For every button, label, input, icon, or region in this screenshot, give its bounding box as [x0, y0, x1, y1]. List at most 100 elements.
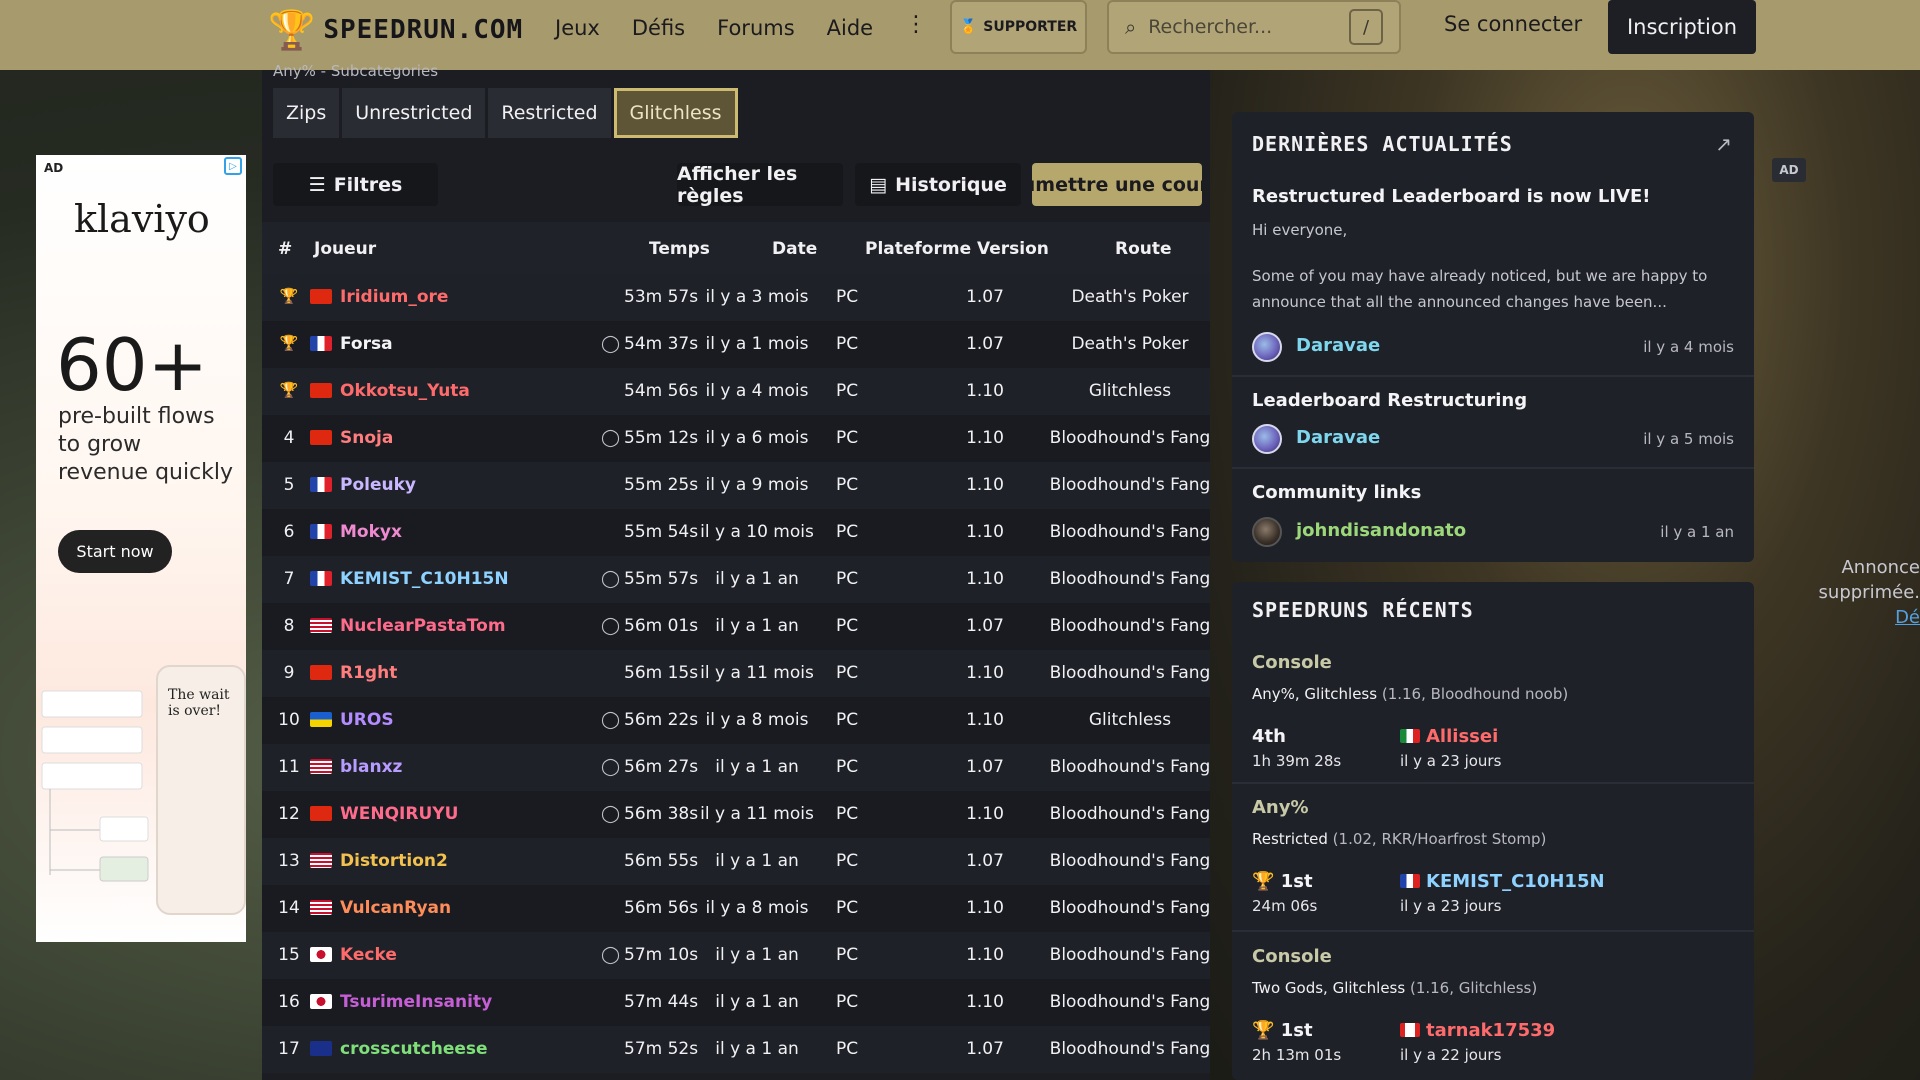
signup-button[interactable]: Inscription [1608, 0, 1756, 54]
news-item[interactable]: Community links [1252, 482, 1734, 503]
table-row[interactable]: 16 TsurimeInsanity 57m 44s il y a 1 an PC 1.1… [262, 979, 1210, 1026]
row-player[interactable]: Kecke [340, 945, 397, 965]
row-player[interactable]: Okkotsu_Yuta [340, 381, 470, 401]
row-player[interactable]: Snoja [340, 428, 393, 448]
run-runner[interactable]: Allissei [1426, 726, 1498, 747]
tab-unrestricted[interactable]: Unrestricted [342, 88, 486, 138]
login-link[interactable]: Se connecter [1444, 12, 1582, 36]
show-rules-button[interactable]: Afficher les règles [677, 163, 843, 207]
row-player[interactable]: crosscutcheese [340, 1039, 488, 1059]
comment-icon[interactable]: ◯ [601, 334, 620, 354]
external-link-icon[interactable]: ↗ [1715, 132, 1732, 156]
more-menu-icon[interactable]: ⋮ [905, 12, 927, 37]
comment-icon[interactable]: ◯ [601, 945, 620, 965]
comment-icon[interactable]: ◯ [601, 428, 620, 448]
row-version: 1.07 [966, 334, 1004, 354]
row-player[interactable]: NuclearPastaTom [340, 616, 506, 636]
row-player[interactable]: UROS [340, 710, 394, 730]
news-author[interactable]: johndisandonato [1296, 520, 1466, 541]
recent-run[interactable]: Console Any%, Glitchless (1.16, Bloodhou… [1252, 652, 1734, 777]
flag-us-icon [310, 618, 332, 633]
table-row[interactable]: 10 UROS ◯ 56m 22s il y a 8 mois PC 1.10 Glitchl… [262, 697, 1210, 744]
table-row[interactable]: 14 VulcanRyan 56m 56s il y a 8 mois PC 1.10 Bl… [262, 885, 1210, 932]
row-player[interactable]: Poleuky [340, 475, 416, 495]
nav-link-challenges[interactable]: Défis [632, 16, 685, 40]
run-runner[interactable]: KEMIST_C10H15N [1426, 871, 1605, 892]
row-route: Bloodhound's Fang [1049, 945, 1210, 965]
history-button[interactable]: ▤ Historique [855, 163, 1021, 206]
nav-link-forums[interactable]: Forums [717, 16, 795, 40]
row-platform: PC [835, 475, 859, 495]
news-item[interactable]: Restructured Leaderboard is now LIVE! Hi… [1252, 186, 1734, 315]
tab-restricted[interactable]: Restricted [488, 88, 611, 138]
ad-label: AD [44, 161, 64, 175]
row-player[interactable]: blanxz [340, 757, 402, 777]
search-box[interactable]: ⌕ Rechercher... / [1107, 0, 1401, 54]
news-title[interactable]: Restructured Leaderboard is now LIVE! [1252, 186, 1734, 207]
row-player[interactable]: Forsa [340, 334, 393, 354]
comment-icon[interactable]: ◯ [601, 710, 620, 730]
news-author[interactable]: Daravae [1296, 335, 1380, 356]
recent-run[interactable]: Console Two Gods, Glitchless (1.16, Glit… [1252, 946, 1734, 1071]
table-row[interactable]: 13 Distortion2 56m 55s il y a 1 an PC 1.07 Blo… [262, 838, 1210, 885]
ad-info-icon[interactable]: ▷ [224, 157, 242, 175]
site-logo[interactable]: 🏆 SPEEDRUN.COM [268, 0, 523, 60]
table-row[interactable]: 4 Snoja ◯ 55m 12s il y a 6 mois PC 1.10 Bloodho… [262, 415, 1210, 462]
row-player[interactable]: Mokyx [340, 522, 402, 542]
recent-run[interactable]: Any% Restricted (1.02, RKR/Hoarfrost Sto… [1252, 797, 1734, 922]
left-advertisement[interactable]: AD ▷ klaviyo 60+ pre-built flows to grow… [36, 155, 246, 942]
table-row[interactable]: 15 Kecke ◯ 57m 10s il y a 1 an PC 1.10 Bloodhou… [262, 932, 1210, 979]
comment-icon[interactable]: ◯ [601, 616, 620, 636]
flag-ua-icon [310, 712, 332, 727]
table-row[interactable]: 5 Poleuky 55m 25s il y a 9 mois PC 1.10 Bloodh… [262, 462, 1210, 509]
row-player[interactable]: TsurimeInsanity [340, 992, 492, 1012]
table-row[interactable]: 🏆 Iridium_ore 53m 57s il y a 3 mois PC 1.07 De… [262, 274, 1210, 321]
submit-run-button[interactable]: Soumettre une course [1032, 163, 1202, 206]
news-title[interactable]: Community links [1252, 482, 1734, 503]
row-player[interactable]: Distortion2 [340, 851, 448, 871]
avatar [1252, 424, 1282, 454]
row-version: 1.07 [966, 616, 1004, 636]
flag-us-icon [310, 853, 332, 868]
table-row[interactable]: 11 blanxz ◯ 56m 27s il y a 1 an PC 1.07 Bloodho… [262, 744, 1210, 791]
comment-icon[interactable]: ◯ [601, 757, 620, 777]
row-platform: PC [835, 569, 859, 589]
nav-links: Jeux Défis Forums Aide [555, 0, 905, 56]
news-title[interactable]: Leaderboard Restructuring [1252, 390, 1734, 411]
table-row[interactable]: 🏆 Forsa ◯ 54m 37s il y a 1 mois PC 1.07 Death's… [262, 321, 1210, 368]
row-player[interactable]: VulcanRyan [340, 898, 451, 918]
trophy-icon: 🏆 [279, 287, 299, 305]
table-row[interactable]: 17 crosscutcheese 57m 52s il y a 1 an PC 1.07… [262, 1026, 1210, 1073]
logo-text: SPEEDRUN.COM [323, 15, 524, 45]
filters-button[interactable]: ☰ Filtres [273, 163, 438, 206]
row-player[interactable]: WENQIRUYU [340, 804, 458, 824]
nav-link-games[interactable]: Jeux [555, 16, 600, 40]
table-row[interactable]: 8 NuclearPastaTom ◯ 56m 01s il y a 1 an PC 1.0… [262, 603, 1210, 650]
nav-link-help[interactable]: Aide [827, 16, 873, 40]
search-input[interactable]: Rechercher... [1148, 16, 1337, 38]
tab-glitchless[interactable]: Glitchless [613, 88, 738, 138]
history-label: Historique [895, 173, 1007, 196]
news-item[interactable]: Leaderboard Restructuring [1252, 390, 1734, 411]
run-platform: Any% [1252, 797, 1309, 818]
table-row[interactable]: 7 KEMIST_C10H15N ◯ 55m 57s il y a 1 an PC 1.10… [262, 556, 1210, 603]
row-route: Bloodhound's Fang [1049, 616, 1210, 636]
comment-icon[interactable]: ◯ [601, 804, 620, 824]
row-version: 1.10 [966, 804, 1004, 824]
run-runner[interactable]: tarnak17539 [1426, 1020, 1555, 1041]
row-player[interactable]: KEMIST_C10H15N [340, 569, 509, 589]
row-player[interactable]: R1ght [340, 663, 397, 683]
table-row[interactable]: 12 WENQIRUYU ◯ 56m 38s il y a 11 mois PC 1.10 B… [262, 791, 1210, 838]
ad-details-link[interactable]: Dé [1895, 607, 1920, 628]
comment-icon[interactable]: ◯ [601, 569, 620, 589]
run-ago: il y a 23 jours [1400, 897, 1502, 915]
news-author[interactable]: Daravae [1296, 427, 1380, 448]
row-player[interactable]: Iridium_ore [340, 287, 448, 307]
table-row[interactable]: 🏆 Okkotsu_Yuta 54m 56s il y a 4 mois PC 1.10 G… [262, 368, 1210, 415]
table-row[interactable]: 9 R1ght 56m 15s il y a 11 mois PC 1.10 Bloodho… [262, 650, 1210, 697]
supporter-button[interactable]: 🏅 SUPPORTER [950, 0, 1087, 54]
table-row[interactable]: 6 Mokyx 55m 54s il y a 10 mois PC 1.10 Bloodho… [262, 509, 1210, 556]
tab-zips[interactable]: Zips [273, 88, 340, 138]
run-time: 2h 13m 01s [1252, 1046, 1342, 1064]
ad-cta-button[interactable]: Start now [58, 530, 172, 573]
